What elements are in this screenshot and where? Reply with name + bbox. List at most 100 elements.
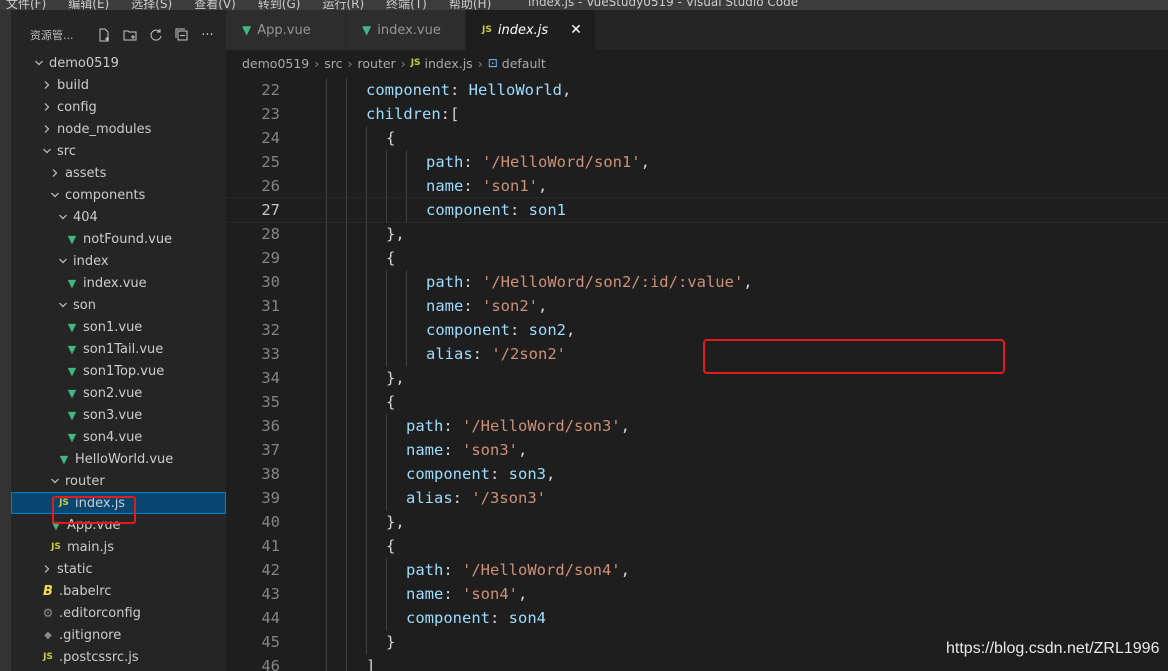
code-line[interactable]: 34}, xyxy=(226,366,1168,390)
code-line[interactable]: 39 alias: '/3son3' xyxy=(226,486,1168,510)
code-token: { xyxy=(386,249,396,267)
code-line[interactable]: 42 path: '/HelloWord/son4', xyxy=(226,558,1168,582)
menu-item[interactable]: 选择(S) xyxy=(131,0,172,10)
code-token: , xyxy=(620,417,630,435)
tree-folder[interactable]: demo0519 xyxy=(11,52,226,74)
refresh-icon[interactable] xyxy=(148,28,163,43)
tree-file[interactable]: ▼ son1.vue xyxy=(11,316,226,338)
tree-file[interactable]: ▼ notFound.vue xyxy=(11,228,226,250)
close-icon[interactable]: ✕ xyxy=(570,22,582,38)
code-line[interactable]: 29 { xyxy=(226,246,1168,270)
tab-label: App.vue xyxy=(257,22,311,38)
menu-item[interactable]: 文件(F) xyxy=(6,0,46,10)
tree-file[interactable]: ▼ son3.vue xyxy=(11,404,226,426)
code-line[interactable]: 36 path: '/HelloWord/son3', xyxy=(226,414,1168,438)
tree-file[interactable]: ▼ HelloWorld.vue xyxy=(11,448,226,470)
code-line[interactable]: 23 children:[ xyxy=(226,102,1168,126)
tree-folder[interactable]: components xyxy=(11,184,226,206)
symbol-variable-icon: ⊡ xyxy=(487,56,498,70)
menu-item[interactable]: 帮助(H) xyxy=(449,0,491,10)
indent-guide xyxy=(386,198,387,222)
tab-index-vue[interactable]: ▼ index.vue xyxy=(346,10,466,50)
code-token: : xyxy=(443,417,462,435)
code-line[interactable]: 40}, xyxy=(226,510,1168,534)
tree-file[interactable]: ▼ son2.vue xyxy=(11,382,226,404)
new-folder-icon[interactable] xyxy=(122,28,137,43)
tab-label: index.vue xyxy=(377,22,441,38)
indent-guide xyxy=(326,486,327,510)
tree-folder[interactable]: static xyxy=(11,558,226,580)
tree-folder[interactable]: config xyxy=(11,96,226,118)
indent-guide xyxy=(366,606,367,630)
code-line[interactable]: 41 { xyxy=(226,534,1168,558)
code-line[interactable]: 25 path: '/HelloWord/son1', xyxy=(226,150,1168,174)
code-line[interactable]: 37 name: 'son3', xyxy=(226,438,1168,462)
new-file-icon[interactable] xyxy=(96,28,111,43)
indent-guide xyxy=(346,150,347,174)
line-number: 45 xyxy=(261,633,280,651)
indent-guide xyxy=(406,342,407,366)
tree-file[interactable]: ⚙ .editorconfig xyxy=(11,602,226,624)
code-line[interactable]: 27 component: son1 xyxy=(226,197,1168,223)
tree-file[interactable]: ▼ son1Top.vue xyxy=(11,360,226,382)
tree-folder[interactable]: node_modules xyxy=(11,118,226,140)
code-line[interactable]: 33 alias: '/2son2' xyxy=(226,342,1168,366)
code-line[interactable]: 32 component: son2, xyxy=(226,318,1168,342)
breadcrumb-item[interactable]: index.js xyxy=(425,56,473,71)
code-line[interactable]: 30 path: '/HelloWord/son2/:id/:value', xyxy=(226,270,1168,294)
code-line[interactable]: 35 { xyxy=(226,390,1168,414)
tree-folder[interactable]: router xyxy=(11,470,226,492)
tree-folder[interactable]: son xyxy=(11,294,226,316)
code-token: path xyxy=(426,273,464,291)
menu-item[interactable]: 编辑(E) xyxy=(68,0,109,10)
code-line[interactable]: 24 { xyxy=(226,126,1168,150)
breadcrumb-item[interactable]: src xyxy=(324,56,342,71)
breadcrumb-item[interactable]: router xyxy=(358,56,396,71)
code-editor[interactable]: 22 component: HelloWorld, 23 children:[24 {2… xyxy=(226,78,1168,671)
tree-folder[interactable]: index xyxy=(11,250,226,272)
code-line[interactable]: 43 name: 'son4', xyxy=(226,582,1168,606)
indent-guide xyxy=(326,222,327,246)
code-token: : xyxy=(443,585,462,603)
menu-item[interactable]: 终端(T) xyxy=(386,0,427,10)
tree-folder[interactable]: build xyxy=(11,74,226,96)
tree-file[interactable]: ▼ son1Tail.vue xyxy=(11,338,226,360)
menu-item[interactable]: 查看(V) xyxy=(194,0,236,10)
menu-item[interactable]: 运行(R) xyxy=(322,0,364,10)
js-icon: JS xyxy=(410,58,421,68)
tab-app-vue[interactable]: ▼ App.vue xyxy=(226,10,346,50)
indent-guide xyxy=(326,294,327,318)
tab-index-js[interactable]: JS index.js ✕ xyxy=(466,10,596,50)
tree-file[interactable]: JS .postcssrc.js xyxy=(11,646,226,668)
breadcrumb-item[interactable]: demo0519 xyxy=(242,56,309,71)
code-line[interactable]: 38 component: son3, xyxy=(226,462,1168,486)
menu-item[interactable]: 转到(G) xyxy=(258,0,301,10)
code-line[interactable]: 22 component: HelloWorld, xyxy=(226,78,1168,102)
code-line[interactable]: 28}, xyxy=(226,222,1168,246)
breadcrumb-item[interactable]: default xyxy=(502,56,546,71)
code-line[interactable]: 26 name: 'son1', xyxy=(226,174,1168,198)
tree-file[interactable]: ▼ son4.vue xyxy=(11,426,226,448)
tree-file[interactable]: B .babelrc xyxy=(11,580,226,602)
indent-guide xyxy=(366,342,367,366)
indent-guide xyxy=(386,414,387,438)
code-token: , xyxy=(546,465,556,483)
line-number: 33 xyxy=(261,345,280,363)
tree-file[interactable]: ▼ index.vue xyxy=(11,272,226,294)
line-number: 28 xyxy=(261,225,280,243)
tree-file[interactable]: ◆ .gitignore xyxy=(11,624,226,646)
code-token: , xyxy=(395,225,405,243)
tree-folder[interactable]: assets xyxy=(11,162,226,184)
code-line[interactable]: 31 name: 'son2', xyxy=(226,294,1168,318)
indent-guide xyxy=(406,198,407,222)
tree-file[interactable]: JS main.js xyxy=(11,536,226,558)
tree-folder[interactable]: 404 xyxy=(11,206,226,228)
indent-guide xyxy=(326,534,327,558)
code-token: 'son3' xyxy=(462,441,518,459)
more-actions-icon[interactable]: ··· xyxy=(200,28,215,43)
code-line[interactable]: 44 component: son4 xyxy=(226,606,1168,630)
indent-guide xyxy=(346,198,347,222)
tree-folder[interactable]: src xyxy=(11,140,226,162)
collapse-all-icon[interactable] xyxy=(174,28,189,43)
line-number: 32 xyxy=(261,321,280,339)
